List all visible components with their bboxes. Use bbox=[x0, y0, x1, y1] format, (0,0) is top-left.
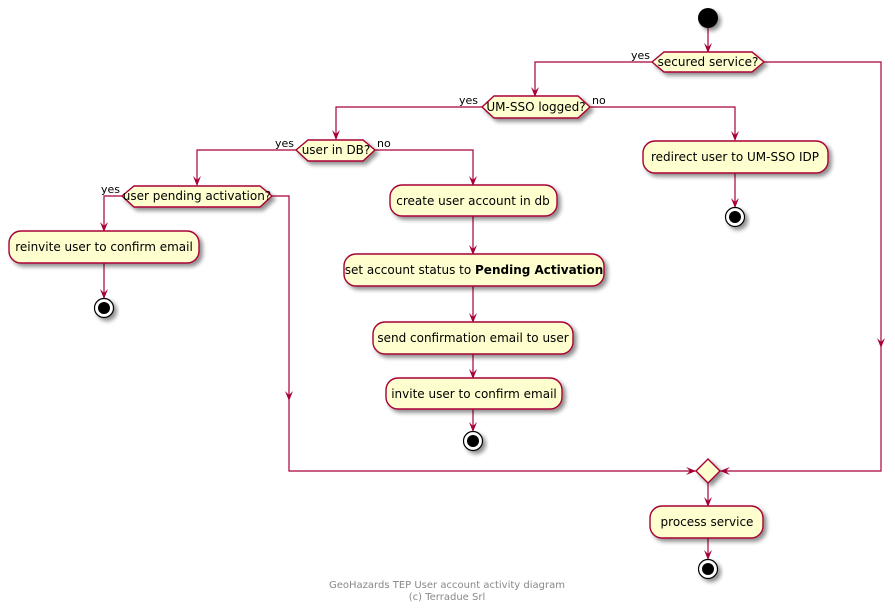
activity-text: redirect user to UM-SSO IDP bbox=[651, 150, 819, 164]
activity-text: set account status to Pending Activation bbox=[345, 263, 604, 277]
decision-um-sso-logged: UM-SSO logged? yes no bbox=[459, 94, 606, 119]
decision-text: secured service? bbox=[658, 55, 759, 69]
stop-node-redirect bbox=[724, 206, 746, 228]
activity-text: process service bbox=[661, 515, 754, 529]
activity-redirect-user: redirect user to UM-SSO IDP bbox=[642, 140, 829, 174]
edge-indb-no bbox=[375, 149, 474, 185]
yes-label: yes bbox=[101, 183, 120, 196]
yes-label: yes bbox=[631, 49, 650, 62]
activity-set-account-status: set account status to Pending Activation bbox=[343, 253, 605, 287]
decision-user-in-db: user in DB? yes no bbox=[275, 137, 391, 162]
edge-logged-no bbox=[590, 106, 736, 140]
footer-title: GeoHazards TEP User account activity dia… bbox=[329, 580, 565, 591]
activity-send-confirmation-email: send confirmation email to user bbox=[372, 321, 574, 355]
activity-text: reinvite user to confirm email bbox=[15, 240, 193, 254]
activity-text: create user account in db bbox=[396, 194, 550, 208]
footer-copyright: (c) Terradue Srl bbox=[409, 592, 485, 603]
start-node bbox=[698, 8, 718, 28]
decision-secured-service: secured service? yes bbox=[631, 49, 766, 73]
activity-process-service: process service bbox=[649, 505, 764, 539]
activity-create-user-account: create user account in db bbox=[389, 184, 558, 217]
stop-node-reinvite bbox=[93, 297, 115, 319]
stop-node-process bbox=[697, 558, 719, 580]
no-label: no bbox=[377, 137, 391, 150]
decision-text: UM-SSO logged? bbox=[486, 100, 585, 114]
decision-user-pending-activation: user pending activation? yes bbox=[101, 183, 274, 208]
status-prefix-text: set account status to bbox=[345, 263, 475, 277]
edge-secured-yes bbox=[534, 61, 652, 96]
decision-text: user in DB? bbox=[302, 143, 371, 157]
edge-pending-yes bbox=[103, 195, 122, 231]
decision-text: user pending activation? bbox=[123, 189, 271, 203]
merge-node bbox=[695, 458, 721, 484]
yes-label: yes bbox=[275, 137, 294, 150]
edge-logged-yes bbox=[335, 106, 482, 139]
activity-invite-user: invite user to confirm email bbox=[385, 377, 563, 410]
activity-diagram: secured service? yes UM-SSO logged? yes … bbox=[8, 8, 885, 603]
edge-indb-yes bbox=[196, 149, 296, 185]
status-bold-text: Pending Activation bbox=[475, 263, 603, 277]
edge-secured-no bbox=[720, 61, 882, 472]
stop-node-invite bbox=[462, 430, 484, 452]
arrowheads bbox=[100, 43, 885, 560]
activity-text: send confirmation email to user bbox=[377, 331, 568, 345]
activity-reinvite-user: reinvite user to confirm email bbox=[8, 230, 200, 264]
yes-label: yes bbox=[459, 94, 478, 107]
no-label: no bbox=[592, 94, 606, 107]
activity-text: invite user to confirm email bbox=[391, 387, 557, 401]
